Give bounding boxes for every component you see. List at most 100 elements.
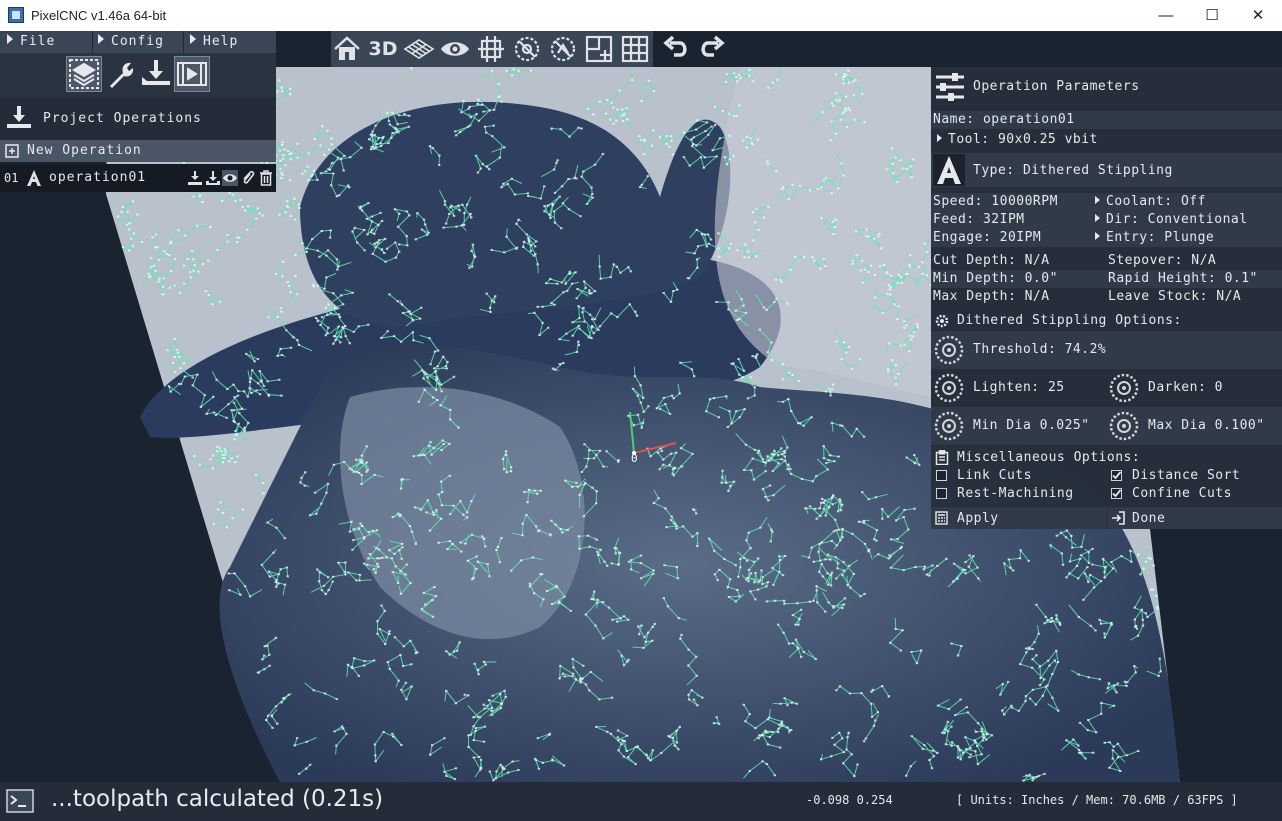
exit-icon bbox=[1112, 511, 1125, 525]
speed-field[interactable]: Speed: 10000RPM bbox=[933, 194, 1058, 209]
minimize-button[interactable]: — bbox=[1143, 0, 1189, 31]
engage-field[interactable]: Engage: 20IPM bbox=[933, 230, 1041, 245]
new-operation-button[interactable]: New Operation bbox=[0, 140, 276, 162]
window-title: PixelCNC v1.46a 64-bit bbox=[31, 8, 167, 23]
operation-parameters-panel: Operation Parameters Name: operation01 T… bbox=[931, 67, 1282, 529]
threshold-knob-icon[interactable] bbox=[934, 335, 964, 365]
threshold-value: Threshold: 74.2% bbox=[973, 342, 1107, 357]
leave-stock-field[interactable]: Leave Stock: N/A bbox=[1108, 289, 1241, 304]
home-icon[interactable] bbox=[331, 33, 363, 65]
confine-cuts-label: Confine Cuts bbox=[1132, 486, 1232, 501]
min-dia-value: Min Dia 0.025" bbox=[973, 418, 1090, 433]
trash-icon[interactable] bbox=[258, 170, 274, 186]
menu-config[interactable]: Config bbox=[98, 34, 164, 49]
no-path-icon[interactable] bbox=[547, 33, 579, 65]
menu-config-label: Config bbox=[111, 34, 164, 49]
status-bar: ...toolpath calculated (0.21s) -0.098 0.… bbox=[0, 782, 1282, 821]
tool-row[interactable]: Tool: 90x0.25 vbit bbox=[931, 131, 1282, 149]
rest-machining-checkbox[interactable] bbox=[936, 488, 947, 499]
cut-depth-field[interactable]: Cut Depth: N/A bbox=[933, 253, 1050, 268]
feed-dir-row: Feed: 32IPM Dir: Conventional bbox=[931, 211, 1282, 229]
gear-icon bbox=[935, 314, 949, 328]
darken-value: Darken: 0 bbox=[1148, 380, 1223, 395]
paperclip-icon[interactable] bbox=[240, 170, 256, 186]
operation-icon[interactable] bbox=[139, 57, 173, 91]
simulation-icon[interactable] bbox=[174, 56, 210, 92]
stepover-field[interactable]: Stepover: N/A bbox=[1108, 253, 1216, 268]
misc-options-title: Miscellaneous Options: bbox=[957, 450, 1141, 465]
lighten-value: Lighten: 25 bbox=[973, 380, 1065, 395]
lighten-knob-icon[interactable] bbox=[934, 373, 964, 403]
tool-select[interactable]: Tool: 90x0.25 vbit bbox=[948, 132, 1098, 147]
grid-plane-icon[interactable] bbox=[403, 33, 435, 65]
link-cuts-checkbox[interactable] bbox=[936, 470, 947, 481]
tool-wrench-icon[interactable] bbox=[103, 57, 137, 91]
visibility-eye-icon[interactable] bbox=[222, 170, 238, 186]
operation-name: operation01 bbox=[49, 170, 147, 185]
name-row[interactable]: Name: operation01 bbox=[931, 111, 1282, 129]
new-operation-label: New Operation bbox=[27, 143, 142, 158]
confine-cuts-checkbox[interactable] bbox=[1111, 488, 1122, 499]
max-depth-field[interactable]: Max Depth: N/A bbox=[933, 289, 1050, 304]
chevron-right-icon bbox=[98, 34, 104, 44]
operation-row[interactable]: 01 operation01 bbox=[0, 164, 276, 192]
clipboard-icon bbox=[935, 450, 949, 465]
entry-select[interactable]: Entry: Plunge bbox=[1106, 230, 1214, 245]
chevron-right-icon bbox=[1095, 232, 1100, 240]
max-depth-row: Max Depth: N/A Leave Stock: N/A bbox=[931, 288, 1282, 306]
min-dia-knob-icon[interactable] bbox=[934, 411, 964, 441]
3d-view-icon[interactable]: 3D bbox=[367, 33, 399, 65]
project-operations-header: Project Operations bbox=[0, 97, 276, 140]
feed-field[interactable]: Feed: 32IPM bbox=[933, 212, 1025, 227]
chevron-right-icon bbox=[937, 134, 942, 142]
layers-icon[interactable] bbox=[66, 56, 102, 92]
chevron-right-icon bbox=[7, 34, 13, 44]
export-icon[interactable] bbox=[205, 170, 221, 186]
project-operations-title: Project Operations bbox=[43, 111, 202, 126]
stippling-options-title: Dithered Stippling Options: bbox=[957, 313, 1182, 328]
distance-sort-label: Distance Sort bbox=[1132, 468, 1241, 483]
distance-sort-checkbox[interactable] bbox=[1111, 470, 1122, 481]
console-icon[interactable] bbox=[6, 789, 34, 813]
engage-entry-row: Engage: 20IPM Entry: Plunge bbox=[931, 229, 1282, 247]
min-depth-field[interactable]: Min Depth: 0.0" bbox=[933, 271, 1058, 286]
type-row[interactable]: Type: Dithered Stippling bbox=[931, 153, 1282, 187]
view-toolbar: 3D bbox=[331, 31, 653, 67]
stock-icon[interactable] bbox=[475, 33, 507, 65]
app-icon bbox=[8, 7, 24, 23]
maximize-button[interactable]: ☐ bbox=[1189, 0, 1235, 31]
apply-button[interactable]: Apply bbox=[931, 507, 1106, 529]
add-image-icon[interactable] bbox=[583, 33, 615, 65]
max-dia-knob-icon[interactable] bbox=[1109, 411, 1139, 441]
calculate-icon[interactable] bbox=[187, 170, 203, 186]
dir-select[interactable]: Dir: Conventional bbox=[1106, 212, 1248, 227]
darken-knob-icon[interactable] bbox=[1109, 373, 1139, 403]
stipple-type-icon bbox=[933, 154, 965, 186]
cut-depth-row: Cut Depth: N/A Stepover: N/A bbox=[931, 252, 1282, 270]
done-button[interactable]: Done bbox=[1107, 507, 1282, 529]
link-cuts-label: Link Cuts bbox=[957, 468, 1032, 483]
sliders-icon bbox=[936, 73, 964, 101]
operation-type: Type: Dithered Stippling bbox=[973, 163, 1173, 178]
done-label: Done bbox=[1132, 511, 1166, 526]
grid-icon[interactable] bbox=[619, 33, 651, 65]
cursor-coordinates: -0.098 0.254 bbox=[806, 793, 893, 807]
undo-icon[interactable] bbox=[660, 33, 692, 65]
menu-file[interactable]: File bbox=[7, 34, 55, 49]
menu-help-label: Help bbox=[203, 34, 239, 49]
apply-label: Apply bbox=[957, 511, 999, 526]
redo-icon[interactable] bbox=[696, 33, 728, 65]
title-bar: PixelCNC v1.46a 64-bit — ☐ ✕ bbox=[0, 0, 1282, 31]
chevron-right-icon bbox=[1095, 196, 1100, 204]
close-button[interactable]: ✕ bbox=[1235, 0, 1281, 31]
menu-help[interactable]: Help bbox=[190, 34, 238, 49]
panel-title: Operation Parameters bbox=[973, 79, 1140, 94]
threshold-row[interactable]: Threshold: 74.2% bbox=[931, 331, 1282, 369]
coolant-select[interactable]: Coolant: Off bbox=[1106, 194, 1206, 209]
eye-icon[interactable] bbox=[439, 33, 471, 65]
operation-icon bbox=[7, 106, 31, 128]
status-message: ...toolpath calculated (0.21s) bbox=[51, 786, 384, 812]
operation-name-field[interactable]: Name: operation01 bbox=[933, 112, 1075, 127]
no-tool-icon[interactable] bbox=[511, 33, 543, 65]
rapid-height-field[interactable]: Rapid Height: 0.1" bbox=[1108, 271, 1258, 286]
